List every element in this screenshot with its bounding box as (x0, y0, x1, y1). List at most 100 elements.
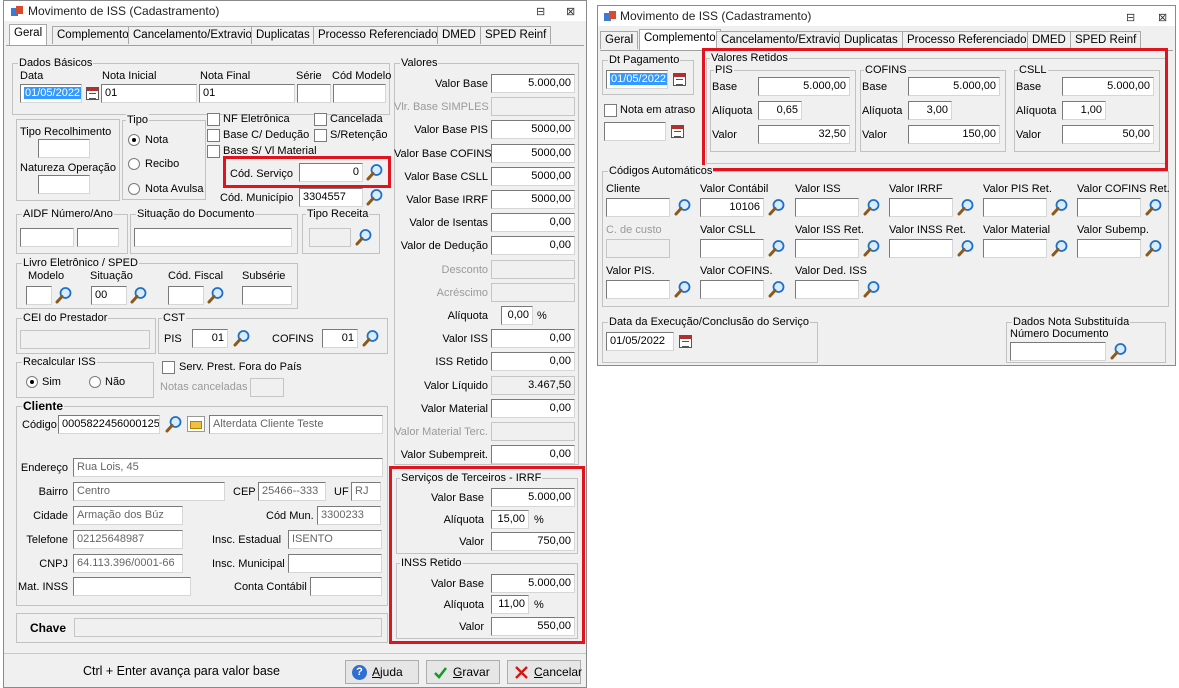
cancelar-button[interactable]: Cancelar (507, 660, 582, 684)
conta-contabil-field[interactable] (310, 577, 382, 596)
natureza-operacao-field[interactable] (38, 175, 90, 194)
search-icon[interactable] (863, 198, 881, 216)
codigo-field[interactable]: 0005822456000125 (58, 415, 160, 434)
situacao-documento-field[interactable] (134, 228, 292, 247)
valores-row-field[interactable]: 0,00 (491, 445, 575, 465)
valores-row-field[interactable]: 0,00 (491, 329, 575, 349)
close-icon[interactable]: ⊠ (1158, 12, 1167, 24)
cod-mun-field[interactable]: 3300233 (317, 506, 381, 525)
insc-municipal-field[interactable] (288, 554, 382, 573)
valor-irrf-field[interactable] (889, 198, 953, 217)
situacao-field[interactable]: 00 (91, 286, 127, 305)
close-icon[interactable]: ⊠ (566, 6, 575, 18)
calendar-icon[interactable] (673, 73, 686, 86)
modelo-field[interactable] (26, 286, 52, 305)
tab-sped-reinf[interactable]: SPED Reinf (1070, 31, 1142, 49)
valores-row-field[interactable]: 5000,00 (491, 143, 575, 163)
search-icon[interactable] (1145, 239, 1163, 257)
search-icon[interactable] (957, 239, 975, 257)
tab-cancelamento[interactable]: Cancelamento/Extravio (128, 26, 257, 44)
cep-field[interactable]: 25466--333 (258, 482, 326, 501)
search-icon[interactable] (1051, 198, 1069, 216)
search-icon[interactable] (768, 239, 786, 257)
cod-fiscal-field[interactable] (168, 286, 204, 305)
valor-pis-ret-field[interactable] (983, 198, 1047, 217)
mat-inss-field[interactable] (73, 577, 191, 596)
data-field[interactable]: 01/05/2022 (20, 84, 82, 103)
search-icon[interactable] (1110, 342, 1128, 360)
base-vl-material-checkbox[interactable] (207, 145, 220, 158)
tab-complemento[interactable]: Complemento (639, 29, 721, 50)
pis-cst-field[interactable]: 01 (192, 329, 228, 348)
valores-row-field[interactable]: 5.000,00 (491, 74, 575, 93)
search-icon[interactable] (863, 280, 881, 298)
calendar-icon[interactable] (671, 125, 684, 138)
minimize-icon[interactable]: ⊟ (1126, 12, 1135, 24)
uf-field[interactable]: RJ (351, 482, 381, 501)
search-icon[interactable] (674, 280, 692, 298)
search-icon[interactable] (768, 280, 786, 298)
cliente-nome-field[interactable]: Alterdata Cliente Teste (209, 415, 383, 434)
serie-field[interactable] (297, 84, 331, 103)
valor-iss-field[interactable] (795, 198, 859, 217)
valores-row-field[interactable]: 0,00 (491, 236, 575, 256)
valor-contabil-field[interactable]: 10106 (700, 198, 764, 217)
tab-complemento[interactable]: Complemento (52, 26, 134, 44)
tab-processo-referenciado[interactable]: Processo Referenciado (902, 31, 1032, 49)
valor-inss-ret-field[interactable] (889, 239, 953, 258)
subserie-field[interactable] (242, 286, 292, 305)
valores-row-field[interactable]: 0,00 (491, 352, 575, 372)
search-icon[interactable] (957, 198, 975, 216)
valores-row-field[interactable]: 0,00 (501, 306, 533, 325)
tab-cancelamento[interactable]: Cancelamento/Extravio (716, 31, 845, 49)
search-icon[interactable] (863, 239, 881, 257)
radio-recibo[interactable] (128, 158, 140, 170)
calendar-icon[interactable] (86, 87, 99, 100)
insc-estadual-field[interactable]: ISENTO (288, 530, 382, 549)
numero-documento-field[interactable] (1010, 342, 1106, 361)
dt-pagamento-field[interactable]: 01/05/2022 (606, 70, 668, 89)
valores-row-field[interactable]: 0,00 (491, 398, 575, 418)
telefone-field[interactable]: 02125648987 (73, 530, 183, 549)
valor-material-field[interactable] (983, 239, 1047, 258)
serv-prest-checkbox[interactable] (162, 361, 175, 374)
cliente-field[interactable] (606, 198, 670, 217)
radio-sim[interactable] (26, 376, 38, 388)
valores-row-field[interactable]: 5000,00 (491, 166, 575, 186)
cod-municipio-field[interactable]: 3304557 (299, 188, 363, 207)
cnpj-field[interactable]: 64.113.396/0001-66 (73, 554, 183, 573)
nota-atraso-checkbox[interactable] (604, 104, 617, 117)
valores-row-field[interactable]: 3.467,50 (491, 375, 575, 395)
search-icon[interactable] (207, 286, 225, 304)
endereco-field[interactable]: Rua Lois, 45 (73, 458, 383, 477)
tipo-recolhimento-field[interactable] (38, 139, 90, 158)
valor-iss-ret-field[interactable] (795, 239, 859, 258)
tab-geral[interactable]: Geral (600, 31, 639, 49)
tab-duplicatas[interactable]: Duplicatas (839, 31, 903, 49)
base-deducao-checkbox[interactable] (207, 129, 220, 142)
search-icon[interactable] (366, 188, 384, 206)
calendar-icon[interactable] (679, 335, 692, 348)
tab-geral[interactable]: Geral (9, 24, 48, 45)
cod-modelo-field[interactable] (333, 84, 386, 103)
ajuda-button[interactable]: ? Ajuda (345, 660, 419, 684)
tab-dmed[interactable]: DMED (437, 26, 481, 44)
search-icon[interactable] (362, 329, 380, 347)
nota-atraso-field[interactable] (604, 122, 666, 141)
retencao-checkbox[interactable] (314, 129, 327, 142)
valor-cofins-ret-field[interactable] (1077, 198, 1141, 217)
valor-pis-field[interactable] (606, 280, 670, 299)
search-icon[interactable] (768, 198, 786, 216)
search-icon[interactable] (1145, 198, 1163, 216)
minimize-icon[interactable]: ⊟ (536, 6, 545, 18)
valores-row-field[interactable]: 5000,00 (491, 190, 575, 209)
search-icon[interactable] (1051, 239, 1069, 257)
nota-final-field[interactable]: 01 (199, 84, 295, 103)
search-icon[interactable] (355, 228, 373, 246)
cancelada-checkbox[interactable] (314, 113, 327, 126)
valor-ded-iss-field[interactable] (795, 280, 859, 299)
aidf-numero-field[interactable] (20, 228, 74, 247)
cofins-cst-field[interactable]: 01 (322, 329, 358, 348)
bairro-field[interactable]: Centro (73, 482, 225, 501)
search-icon[interactable] (55, 286, 73, 304)
